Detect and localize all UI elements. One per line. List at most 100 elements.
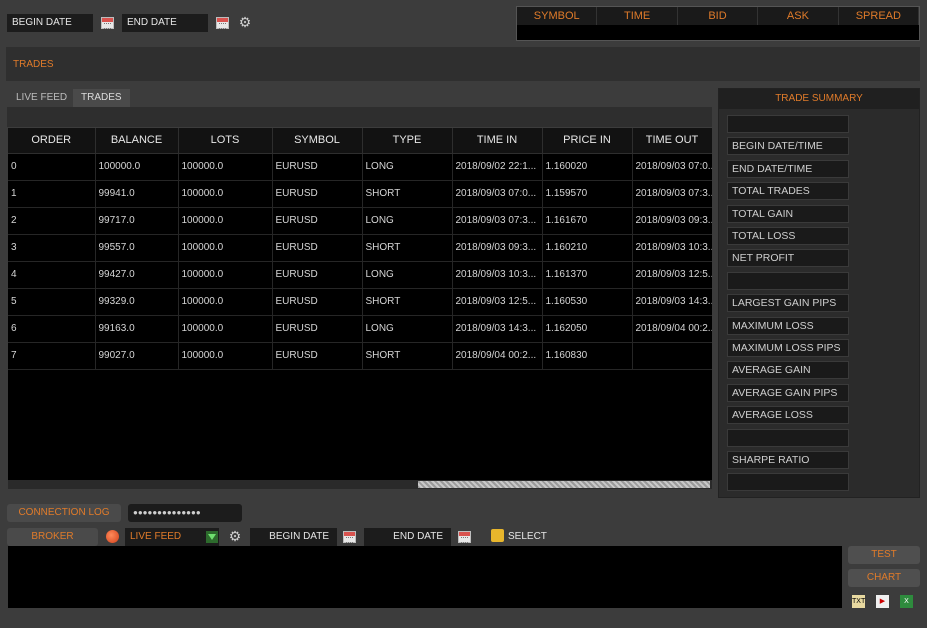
table-row[interactable]: 7 99027.0 100000.0 EURUSD SHORT 2018/09/04 00…: [8, 342, 712, 370]
table-cell: 1.162050: [542, 315, 633, 343]
table-row[interactable]: 0 100000.0 100000.0 EURUSD LONG 2018/09/02 22…: [8, 153, 712, 181]
quote-column-header[interactable]: ASK: [758, 7, 839, 25]
begin-date-input[interactable]: BEGIN DATE: [7, 14, 93, 32]
summary-item: TOTAL LOSS: [727, 227, 849, 245]
summary-item: AVERAGE GAIN: [727, 361, 849, 380]
select-label[interactable]: SELECT: [508, 531, 547, 542]
table-cell: SHORT: [362, 234, 453, 262]
horizontal-scrollbar[interactable]: [8, 480, 712, 489]
table-cell: 6: [8, 315, 96, 343]
chevron-down-icon[interactable]: [206, 531, 218, 543]
test-button[interactable]: TEST: [848, 546, 920, 564]
table-cell: 100000.0: [178, 342, 273, 370]
table-cell: 1.160830: [542, 342, 633, 370]
summary-item: MAXIMUM LOSS: [727, 316, 849, 335]
table-cell: 99427.0: [95, 261, 179, 289]
tab-bar: LIVE FEED TRADES: [8, 89, 408, 107]
summary-item: SHARPE RATIO: [727, 451, 849, 469]
tab-live-feed[interactable]: LIVE FEED: [8, 89, 75, 107]
table-cell: 2018/09/03 14:3...: [452, 315, 543, 343]
table-cell: 2018/09/03 12:5...: [632, 261, 712, 289]
quote-column-header[interactable]: TIME: [597, 7, 678, 25]
feed-select[interactable]: LIVE FEED: [125, 528, 219, 546]
table-cell: 99027.0: [95, 342, 179, 370]
scrollbar-thumb[interactable]: [418, 481, 710, 488]
table-cell: 2018/09/03 14:3...: [632, 288, 712, 316]
quote-column-header[interactable]: SYMBOL: [517, 7, 598, 25]
excel-file-icon[interactable]: X: [900, 595, 913, 608]
chart-button[interactable]: CHART: [848, 569, 920, 587]
table-cell: 2018/09/03 07:3...: [632, 180, 712, 208]
table-cell: 100000.0: [178, 207, 273, 235]
table-cell: 2018/09/03 07:0...: [452, 180, 543, 208]
calendar-icon[interactable]: [101, 17, 114, 29]
table-cell: EURUSD: [272, 342, 363, 370]
summary-item: [727, 473, 849, 492]
gear-icon[interactable]: ⚙: [238, 15, 252, 29]
table-row[interactable]: 4 99427.0 100000.0 EURUSD LONG 2018/09/03 10:…: [8, 261, 712, 289]
quote-column-header[interactable]: BID: [678, 7, 759, 25]
table-cell: 1: [8, 180, 96, 208]
pdf-file-icon[interactable]: ▶: [876, 595, 889, 608]
gear-icon[interactable]: ⚙: [228, 529, 242, 543]
table-cell: 0: [8, 153, 96, 181]
begin-date-input[interactable]: BEGIN DATE: [250, 528, 337, 546]
table-row[interactable]: 2 99717.0 100000.0 EURUSD LONG 2018/09/03 07:…: [8, 207, 712, 235]
column-header[interactable]: TIME IN: [452, 128, 543, 154]
table-cell: 100000.0: [178, 153, 273, 181]
status-indicator-icon: [106, 530, 119, 543]
table-cell: 2018/09/03 10:3...: [452, 261, 543, 289]
password-field[interactable]: ●●●●●●●●●●●●●●: [128, 504, 242, 522]
broker-button[interactable]: BROKER: [7, 528, 98, 546]
table-row[interactable]: 1 99941.0 100000.0 EURUSD SHORT 2018/09/03 07…: [8, 180, 712, 208]
end-date-input[interactable]: END DATE: [364, 528, 451, 546]
column-header[interactable]: BALANCE: [95, 128, 179, 154]
select-icon[interactable]: [491, 529, 504, 542]
table-cell: LONG: [362, 207, 453, 235]
table-row[interactable]: 6 99163.0 100000.0 EURUSD LONG 2018/09/03 14:…: [8, 315, 712, 343]
column-header[interactable]: TIME OUT: [632, 128, 712, 154]
column-header[interactable]: ORDER: [8, 128, 96, 154]
tab-trades[interactable]: TRADES: [73, 89, 130, 107]
table-cell: 1.159570: [542, 180, 633, 208]
summary-item: [727, 428, 849, 447]
table-cell: 1.161670: [542, 207, 633, 235]
table-cell: 99163.0: [95, 315, 179, 343]
table-cell: 99717.0: [95, 207, 179, 235]
calendar-icon[interactable]: [343, 531, 356, 543]
table-cell: 2018/09/03 10:3...: [632, 234, 712, 262]
summary-item: TOTAL GAIN: [727, 204, 849, 223]
table-cell: EURUSD: [272, 288, 363, 316]
table-cell: SHORT: [362, 180, 453, 208]
summary-item: [727, 271, 849, 290]
calendar-icon[interactable]: [216, 17, 229, 29]
txt-file-icon[interactable]: TXT: [852, 595, 865, 608]
table-cell: 2018/09/04 00:2...: [632, 315, 712, 343]
table-cell: 1.161370: [542, 261, 633, 289]
column-header[interactable]: LOTS: [178, 128, 273, 154]
table-row[interactable]: 5 99329.0 100000.0 EURUSD SHORT 2018/09/03 12…: [8, 288, 712, 316]
table-cell: 7: [8, 342, 96, 370]
table-cell: 2018/09/03 09:3...: [452, 234, 543, 262]
table-cell: SHORT: [362, 288, 453, 316]
table-cell: 3: [8, 234, 96, 262]
column-header[interactable]: PRICE IN: [542, 128, 633, 154]
calendar-icon[interactable]: [458, 531, 471, 543]
quote-column-header[interactable]: SPREAD: [839, 7, 920, 25]
table-cell: EURUSD: [272, 153, 363, 181]
summary-item: MAXIMUM LOSS PIPS: [727, 339, 849, 357]
table-cell: 2018/09/04 00:2...: [452, 342, 543, 370]
table-cell: 100000.0: [178, 288, 273, 316]
connection-log-button[interactable]: CONNECTION LOG: [7, 504, 121, 522]
column-header[interactable]: SYMBOL: [272, 128, 363, 154]
summary-item: END DATE/TIME: [727, 159, 849, 178]
table-cell: EURUSD: [272, 261, 363, 289]
table-cell: 2: [8, 207, 96, 235]
column-header[interactable]: TYPE: [362, 128, 453, 154]
table-cell: 99557.0: [95, 234, 179, 262]
table-cell: 1.160530: [542, 288, 633, 316]
table-cell: EURUSD: [272, 234, 363, 262]
end-date-input[interactable]: END DATE: [122, 14, 208, 32]
table-row[interactable]: 3 99557.0 100000.0 EURUSD SHORT 2018/09/03 09…: [8, 234, 712, 262]
table-cell: 99329.0: [95, 288, 179, 316]
